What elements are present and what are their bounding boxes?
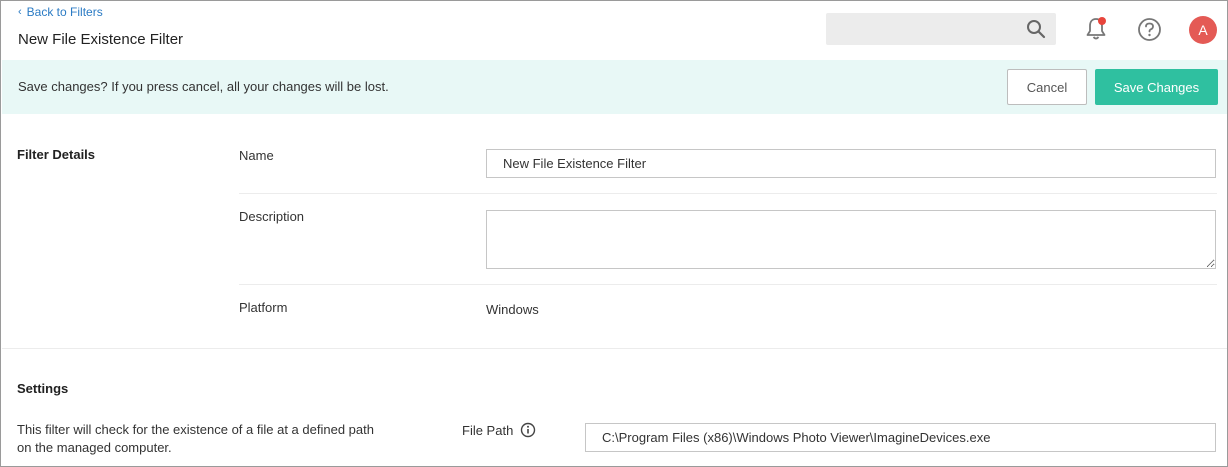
app-frame: ‹ Back to Filters New File Existence Fil… — [0, 0, 1228, 467]
notification-dot — [1098, 17, 1106, 25]
row-divider — [239, 284, 1217, 285]
help-icon[interactable] — [1137, 17, 1162, 42]
back-to-filters-link[interactable]: ‹ Back to Filters — [18, 5, 103, 19]
name-label: Name — [239, 148, 274, 163]
cancel-button[interactable]: Cancel — [1007, 69, 1087, 105]
save-changes-button[interactable]: Save Changes — [1095, 69, 1218, 105]
description-textarea[interactable] — [486, 210, 1216, 269]
search-input[interactable] — [826, 13, 1016, 45]
platform-label: Platform — [239, 300, 288, 315]
unsaved-changes-bar: Save changes? If you press cancel, all y… — [2, 60, 1227, 114]
platform-value: Windows — [486, 302, 539, 317]
save-message: Save changes? If you press cancel, all y… — [18, 79, 389, 94]
name-input[interactable] — [486, 149, 1216, 178]
page-title: New File Existence Filter — [18, 31, 184, 48]
description-label: Description — [239, 209, 305, 224]
avatar[interactable]: A — [1189, 16, 1217, 44]
search-box[interactable] — [826, 13, 1056, 45]
file-path-input[interactable] — [585, 423, 1216, 452]
info-icon[interactable] — [520, 422, 536, 438]
filter-details-title: Filter Details — [17, 147, 96, 162]
bell-icon[interactable] — [1084, 16, 1108, 42]
row-divider — [239, 193, 1217, 194]
file-path-label: File Path — [462, 423, 514, 438]
settings-title: Settings — [17, 381, 69, 396]
settings-description: This filter will check for the existence… — [17, 422, 374, 455]
back-link-label: Back to Filters — [26, 5, 103, 19]
chevron-left-icon: ‹ — [18, 6, 22, 18]
search-icon[interactable] — [1026, 19, 1046, 39]
section-divider — [2, 348, 1227, 349]
